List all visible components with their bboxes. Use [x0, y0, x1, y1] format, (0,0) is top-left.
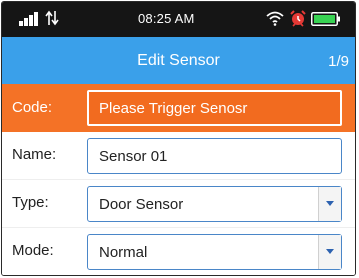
type-select-value: Door Sensor — [99, 196, 184, 213]
type-select[interactable]: Door Sensor — [87, 186, 342, 222]
code-label: Code: — [12, 99, 53, 116]
header-bar: Edit Sensor 1/9 — [2, 37, 355, 84]
battery-icon — [311, 12, 340, 26]
mode-select-value: Normal — [99, 244, 148, 261]
name-label: Name: — [12, 146, 57, 163]
code-field[interactable]: Please Trigger Senosr — [87, 90, 342, 126]
type-row: Type: Door Sensor — [2, 180, 355, 228]
mode-label: Mode: — [12, 242, 54, 259]
chevron-down-icon[interactable] — [318, 235, 341, 269]
chevron-down-icon[interactable] — [318, 187, 341, 221]
alarm-clock-icon — [290, 10, 306, 27]
signal-icon — [19, 12, 41, 26]
mode-row: Mode: Normal — [2, 228, 355, 275]
status-time: 08:25 AM — [138, 11, 195, 26]
data-transfer-icon — [45, 10, 59, 26]
wifi-icon — [266, 11, 284, 26]
page-indicator: 1/9 — [328, 53, 349, 70]
type-label: Type: — [12, 194, 49, 211]
mode-select[interactable]: Normal — [87, 234, 342, 270]
phone-screen: 08:25 AM Edit Sensor 1/9 Code: Please Tr… — [1, 1, 356, 276]
page-title: Edit Sensor — [137, 52, 220, 69]
code-row: Code: Please Trigger Senosr — [2, 84, 355, 132]
name-row: Name: Sensor 01 — [2, 132, 355, 180]
name-field[interactable]: Sensor 01 — [87, 138, 342, 174]
status-bar: 08:25 AM — [2, 2, 355, 37]
